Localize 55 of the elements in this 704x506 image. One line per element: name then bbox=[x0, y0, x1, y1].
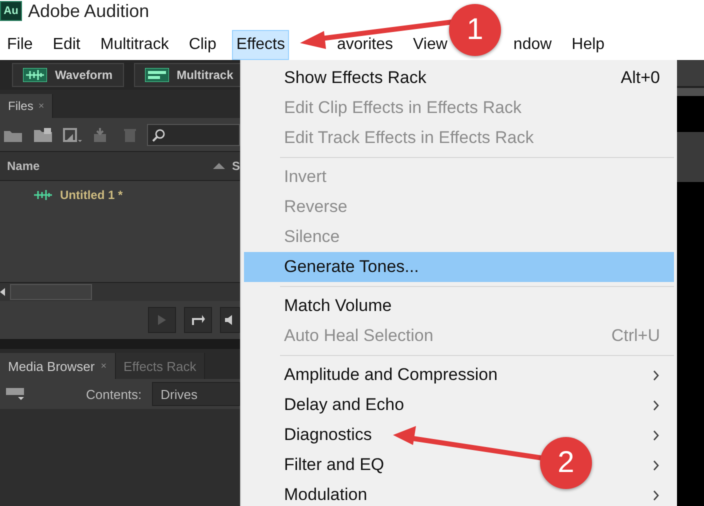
column-header[interactable]: Name bbox=[7, 159, 40, 173]
play-icon bbox=[157, 314, 167, 326]
search-field[interactable] bbox=[147, 124, 240, 146]
play-button[interactable] bbox=[148, 307, 176, 333]
waveform-icon bbox=[34, 190, 52, 200]
submenu-chevron-icon bbox=[653, 490, 660, 500]
menu-item[interactable]: Filter and EQ bbox=[284, 455, 384, 474]
menu-item[interactable]: Clip bbox=[184, 30, 220, 60]
loop-button[interactable] bbox=[184, 307, 212, 333]
panel-bar bbox=[677, 132, 704, 182]
submenu-chevron-icon bbox=[653, 430, 660, 440]
menu-item[interactable]: Help bbox=[568, 30, 609, 60]
menu-item[interactable]: Generate Tones... bbox=[284, 257, 419, 276]
sort-icon[interactable] bbox=[212, 162, 226, 170]
submenu-chevron-icon bbox=[653, 460, 660, 470]
scroll-left-icon[interactable] bbox=[0, 288, 6, 296]
panel-tab[interactable]: Media Browser × bbox=[0, 353, 116, 379]
menu-item[interactable]: View bbox=[409, 30, 452, 60]
shortcut-text: Ctrl+U bbox=[611, 326, 660, 346]
menu-item[interactable]: File bbox=[3, 30, 37, 60]
window-title: Adobe Audition bbox=[28, 0, 150, 22]
drive-icon[interactable] bbox=[6, 387, 26, 401]
multitrack-icon bbox=[144, 68, 169, 82]
menu-item[interactable]: avorites bbox=[333, 30, 398, 60]
submenu-chevron-icon bbox=[653, 400, 660, 410]
callout-badge: 1 bbox=[449, 4, 501, 56]
menu-item[interactable]: ndow bbox=[509, 30, 556, 60]
menu-item[interactable]: Match Volume bbox=[284, 296, 392, 315]
app-logo: Au bbox=[0, 1, 22, 21]
menu-item[interactable]: Amplitude and Compression bbox=[284, 365, 498, 384]
loop-icon bbox=[190, 314, 206, 326]
menu-item[interactable]: Diagnostics bbox=[284, 425, 372, 444]
scrollbar-thumb[interactable] bbox=[10, 284, 92, 300]
menu-item[interactable]: Show Effects Rack bbox=[284, 68, 426, 87]
menu-item[interactable]: Multitrack bbox=[96, 30, 173, 60]
shortcut-text: Alt+0 bbox=[620, 68, 660, 88]
contents-dropdown[interactable]: Drives bbox=[152, 382, 240, 406]
folder-icon[interactable] bbox=[33, 126, 53, 142]
menu-item[interactable]: Modulation bbox=[284, 485, 368, 504]
menu-item-highlight[interactable]: Generate Tones... bbox=[244, 252, 674, 282]
menu-item[interactable]: Effects bbox=[232, 30, 289, 60]
workspace-button[interactable]: Waveform bbox=[12, 63, 124, 87]
waveform-icon bbox=[23, 68, 47, 82]
speaker-button[interactable] bbox=[220, 307, 240, 333]
search-icon bbox=[152, 128, 166, 142]
menu-item[interactable]: Edit bbox=[48, 30, 84, 60]
insert-icon[interactable] bbox=[63, 126, 83, 142]
panel-tab[interactable]: Files × bbox=[0, 94, 54, 118]
column-header[interactable]: S bbox=[232, 159, 240, 173]
panel-header bbox=[677, 60, 704, 88]
contents-label: Contents: bbox=[86, 386, 142, 402]
file-name[interactable]: Untitled 1 * bbox=[60, 188, 123, 202]
menu-item[interactable]: Delay and Echo bbox=[284, 395, 404, 414]
submenu-chevron-icon bbox=[653, 370, 660, 380]
panel-bar bbox=[677, 88, 704, 96]
